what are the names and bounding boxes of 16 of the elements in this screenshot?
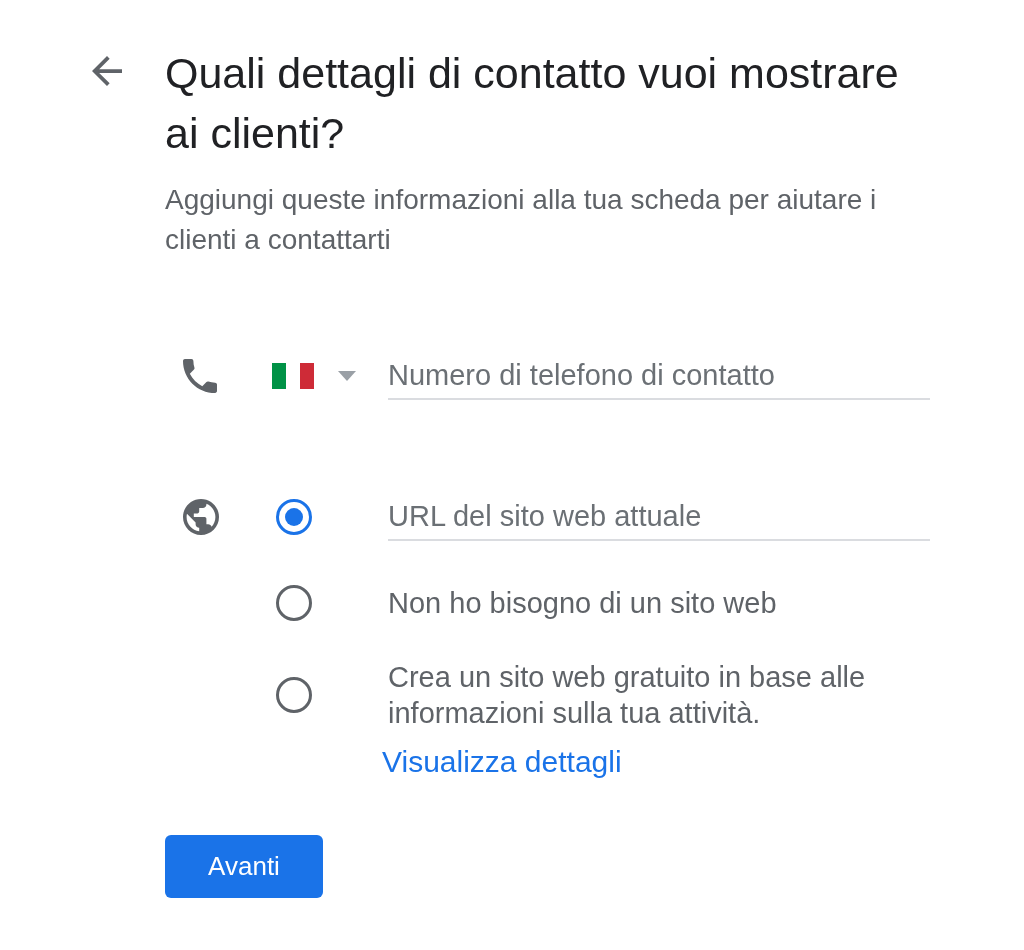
caret-down-icon[interactable] bbox=[338, 371, 356, 381]
flag-icon[interactable] bbox=[272, 363, 314, 389]
details-link[interactable]: Visualizza dettagli bbox=[382, 744, 622, 780]
radio-button[interactable] bbox=[276, 499, 312, 535]
option-label: Crea un sito web gratuito in base alle informazioni sulla tua attività. bbox=[388, 660, 867, 731]
globe-icon bbox=[183, 499, 219, 535]
phone-icon bbox=[183, 359, 217, 393]
phone-number-field[interactable]: Numero di telefono di contatto bbox=[388, 352, 930, 400]
website-url-field[interactable]: URL del sito web attuale bbox=[388, 493, 930, 541]
option-label: Non ho bisogno di un sito web bbox=[388, 586, 778, 621]
page-title: Quali dettagli di contatto vuoi mostrare ai clienti? bbox=[165, 48, 900, 159]
next-button[interactable]: Avanti bbox=[165, 835, 323, 898]
page-subtitle: Aggiungi queste informazioni alla tua scheda per aiutare i clienti a contattarti bbox=[165, 183, 878, 257]
radio-button[interactable] bbox=[276, 677, 312, 713]
back-arrow-icon[interactable] bbox=[92, 56, 122, 86]
radio-button[interactable] bbox=[276, 585, 312, 621]
